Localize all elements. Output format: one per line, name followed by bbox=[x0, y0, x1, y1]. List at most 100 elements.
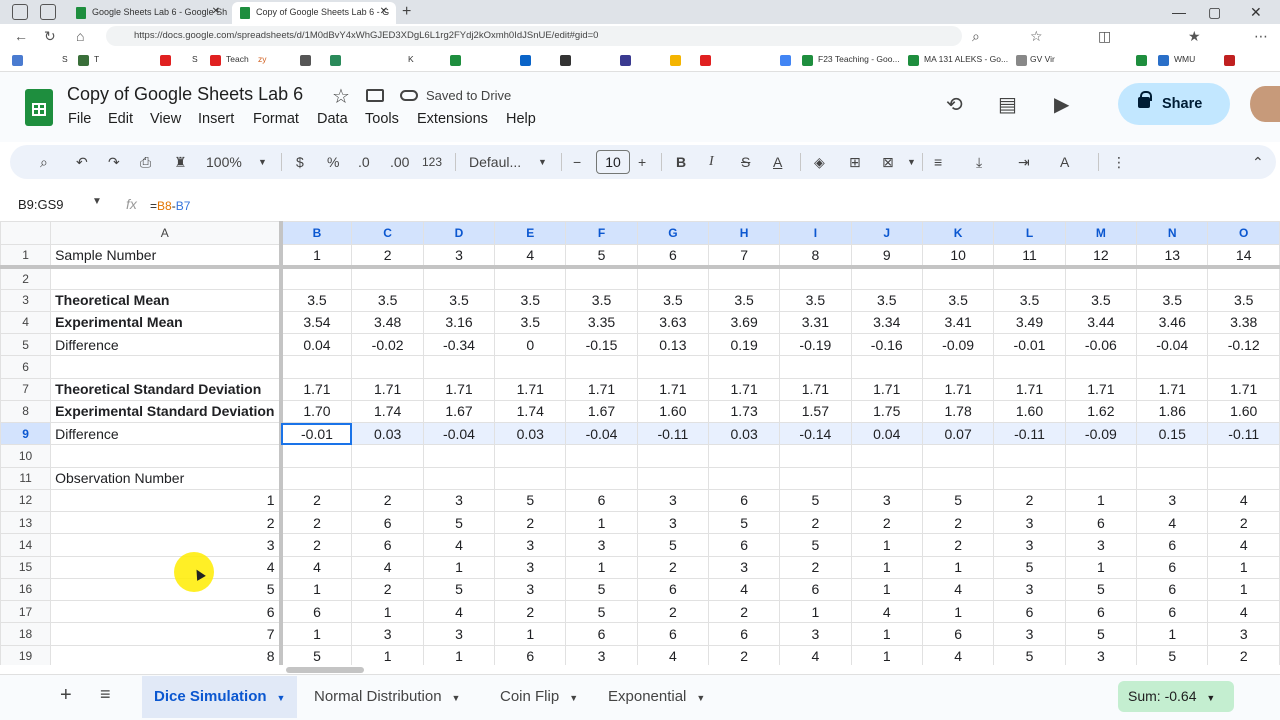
cell[interactable] bbox=[993, 355, 1066, 379]
cell[interactable]: 3 bbox=[422, 243, 496, 269]
cell[interactable]: 1.71 bbox=[422, 377, 496, 401]
cell[interactable]: 4 bbox=[779, 644, 852, 665]
cell-label[interactable]: Experimental Standard Deviation bbox=[50, 399, 283, 424]
cell[interactable]: 1 bbox=[422, 555, 496, 579]
cell[interactable]: -0.04 bbox=[422, 421, 496, 446]
cell[interactable]: 3.5 bbox=[993, 288, 1066, 312]
cell[interactable]: 1 bbox=[1207, 577, 1280, 602]
cell[interactable] bbox=[422, 266, 496, 290]
excel-bookmark-icon[interactable] bbox=[1136, 55, 1147, 66]
more-options-icon[interactable]: ⋮ bbox=[1112, 152, 1126, 172]
cell[interactable] bbox=[1064, 444, 1138, 468]
cell[interactable]: 1.57 bbox=[779, 399, 852, 424]
decrease-decimal-button[interactable]: .0 bbox=[358, 152, 370, 172]
cell[interactable]: 1.67 bbox=[565, 399, 638, 424]
cell[interactable]: 2 bbox=[850, 510, 923, 535]
cell-label[interactable]: 7 bbox=[50, 622, 283, 646]
bookmark-ma131-aleks[interactable]: MA 131 ALEKS - Go... bbox=[924, 54, 1008, 64]
cell[interactable]: 3.5 bbox=[494, 310, 567, 335]
cell[interactable] bbox=[779, 466, 852, 490]
cell[interactable]: 0.19 bbox=[708, 332, 781, 357]
menu-file[interactable]: File bbox=[68, 111, 91, 127]
cell[interactable]: 1.71 bbox=[1207, 377, 1280, 401]
cell[interactable]: 2 bbox=[279, 510, 353, 535]
cell[interactable]: 1.70 bbox=[279, 399, 353, 424]
horizontal-scrollbar[interactable] bbox=[286, 665, 1280, 674]
move-folder-icon[interactable] bbox=[366, 89, 384, 102]
column-header[interactable]: N bbox=[1136, 221, 1209, 245]
text-wrapping-icon[interactable]: ⇥ bbox=[1018, 152, 1030, 172]
cell[interactable]: 6 bbox=[708, 488, 781, 513]
cell[interactable] bbox=[850, 444, 923, 468]
add-sheet-button[interactable]: + bbox=[60, 684, 72, 707]
cell[interactable]: 3.5 bbox=[1136, 288, 1209, 312]
cell[interactable]: 1.71 bbox=[850, 377, 923, 401]
cell[interactable] bbox=[993, 466, 1066, 490]
column-header[interactable]: D bbox=[422, 221, 496, 245]
cell[interactable]: 5 bbox=[921, 488, 995, 513]
cell[interactable] bbox=[1207, 444, 1280, 468]
cell[interactable]: 2 bbox=[993, 488, 1066, 513]
cell[interactable]: 6 bbox=[636, 243, 710, 269]
cell[interactable] bbox=[565, 266, 638, 290]
cell[interactable]: 0.03 bbox=[494, 421, 567, 446]
cell[interactable]: 2 bbox=[708, 644, 781, 665]
cell[interactable]: 5 bbox=[993, 644, 1066, 665]
bookmark-s-1[interactable]: S bbox=[62, 54, 68, 64]
cell[interactable]: -0.19 bbox=[779, 332, 852, 357]
cell[interactable]: -0.16 bbox=[850, 332, 923, 357]
cell[interactable] bbox=[279, 444, 353, 468]
cell-label[interactable] bbox=[50, 355, 283, 379]
cell[interactable]: 5 bbox=[565, 577, 638, 602]
cell[interactable]: 3.16 bbox=[422, 310, 496, 335]
cell[interactable]: -0.04 bbox=[565, 421, 638, 446]
cell[interactable]: 3.49 bbox=[993, 310, 1066, 335]
cell[interactable]: 5 bbox=[422, 510, 496, 535]
collapse-menus-icon[interactable]: ⌃ bbox=[1252, 152, 1264, 172]
cell[interactable]: 1 bbox=[1207, 555, 1280, 579]
bookmark-s-2[interactable]: S bbox=[192, 54, 198, 64]
cell[interactable]: 5 bbox=[565, 243, 638, 269]
cell[interactable] bbox=[494, 355, 567, 379]
netflix-bookmark-icon[interactable] bbox=[1224, 55, 1235, 66]
cell[interactable]: 6 bbox=[565, 488, 638, 513]
horizontal-align-icon[interactable]: ≡ bbox=[934, 152, 942, 172]
redo-icon[interactable]: ↷ bbox=[108, 152, 120, 172]
cell[interactable]: 1.71 bbox=[708, 377, 781, 401]
cell[interactable] bbox=[1064, 355, 1138, 379]
vertical-tabs-icon[interactable] bbox=[40, 4, 56, 20]
row-header[interactable]: 2 bbox=[0, 266, 52, 290]
cell[interactable]: 3.5 bbox=[422, 288, 496, 312]
bookmark-icon[interactable] bbox=[450, 55, 461, 66]
menu-insert[interactable]: Insert bbox=[198, 111, 234, 127]
menu-help[interactable]: Help bbox=[506, 111, 536, 127]
cell[interactable]: 1 bbox=[494, 622, 567, 646]
cell[interactable] bbox=[494, 444, 567, 468]
cell[interactable]: 14 bbox=[1207, 243, 1280, 269]
cell[interactable]: -0.11 bbox=[1207, 421, 1280, 446]
cell[interactable] bbox=[1064, 466, 1138, 490]
cell[interactable]: 1 bbox=[850, 577, 923, 602]
row-header[interactable]: 17 bbox=[0, 599, 52, 624]
cell[interactable]: 1 bbox=[422, 644, 496, 665]
cell[interactable]: 4 bbox=[1207, 488, 1280, 513]
cell[interactable]: 6 bbox=[1064, 599, 1138, 624]
more-icon[interactable]: ⋯ bbox=[1254, 26, 1268, 46]
menu-format[interactable]: Format bbox=[253, 111, 299, 127]
row-header[interactable]: 1 bbox=[0, 243, 52, 269]
column-header[interactable]: O bbox=[1207, 221, 1280, 245]
cell[interactable]: 1.86 bbox=[1136, 399, 1209, 424]
sheet-tab-normal-distribution[interactable]: Normal Distribution ▼ bbox=[302, 676, 472, 718]
fill-color-icon[interactable]: ◈ bbox=[814, 152, 825, 172]
cell-label[interactable]: 8 bbox=[50, 644, 283, 665]
bookmark-k[interactable]: K bbox=[408, 54, 414, 64]
chevron-down-icon[interactable]: ▼ bbox=[277, 693, 286, 703]
cell[interactable] bbox=[708, 466, 781, 490]
cell[interactable]: 4 bbox=[708, 577, 781, 602]
cell[interactable]: 5 bbox=[708, 510, 781, 535]
cell[interactable]: 3 bbox=[708, 555, 781, 579]
cell[interactable]: 11 bbox=[993, 243, 1066, 269]
cell[interactable]: 6 bbox=[921, 622, 995, 646]
more-formats-button[interactable]: 123 bbox=[422, 152, 442, 172]
bookmark-icon[interactable] bbox=[560, 55, 571, 66]
